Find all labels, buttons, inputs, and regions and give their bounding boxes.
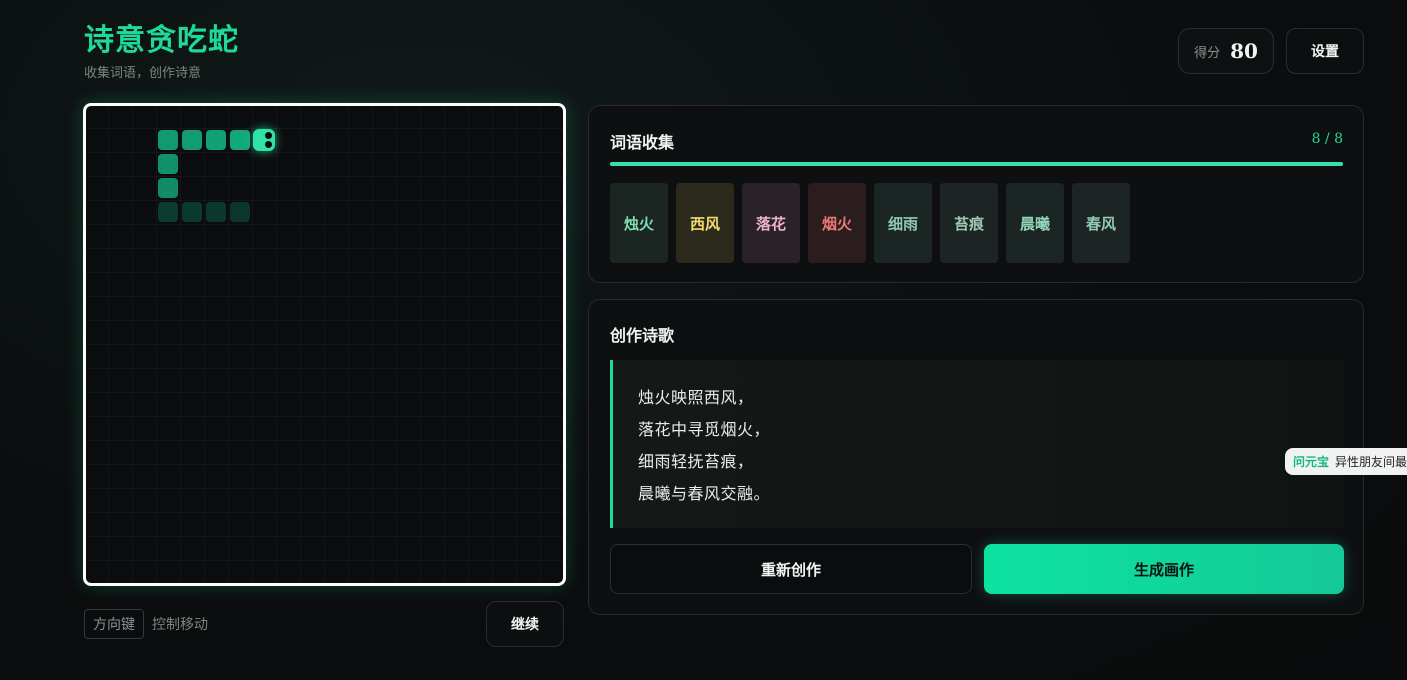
word-chip: 落花: [742, 183, 800, 263]
word-chip: 晨曦: [1006, 183, 1064, 263]
generate-painting-button[interactable]: 生成画作: [984, 544, 1344, 594]
poem-line: 烛火映照西风，: [638, 388, 754, 407]
word-chip-list: 烛火 西风 落花 烟火 细雨 苔痕 晨曦 春风: [610, 183, 1130, 263]
collection-progress-fill: [610, 162, 1343, 166]
word-chip: 苔痕: [940, 183, 998, 263]
collection-progress-bar: [610, 162, 1343, 166]
poem-panel: 创作诗歌 烛火映照西风， 落花中寻觅烟火， 细雨轻抚苔痕， 晨曦与春风交融。 重新创作…: [588, 299, 1364, 615]
poem-line: 晨曦与春风交融。: [638, 484, 771, 503]
word-chip: 春风: [1072, 183, 1130, 263]
score-value: 80: [1230, 39, 1258, 63]
arrow-keys-badge: 方向键: [84, 609, 144, 639]
word-chip: 西风: [676, 183, 734, 263]
poem-panel-title: 创作诗歌: [610, 326, 675, 345]
snake-body-segment: [206, 130, 226, 150]
poem-line: 落花中寻觅烟火，: [638, 420, 771, 439]
word-collection-panel: 词语收集 8 / 8 烛火 西风 落花 烟火 细雨 苔痕 晨曦 春风: [588, 105, 1364, 283]
game-subtitle: 收集词语，创作诗意: [84, 66, 202, 81]
snake-head: [253, 129, 275, 151]
controls-hint: 方向键 控制移动: [84, 609, 208, 639]
snake-body-segment: [182, 202, 202, 222]
score-display: 得分 80: [1178, 28, 1274, 74]
snake-body-segment: [230, 202, 250, 222]
word-collection-title: 词语收集: [610, 133, 675, 152]
snake-eye: [265, 141, 272, 148]
game-board[interactable]: [83, 103, 566, 586]
assistant-suggestion: 异性朋友间最: [1335, 455, 1407, 469]
rewrite-button[interactable]: 重新创作: [610, 544, 972, 594]
snake-body-segment: [158, 130, 178, 150]
game-title: 诗意贪吃蛇: [84, 23, 239, 58]
snake-eye: [265, 132, 272, 139]
controls-hint-text: 控制移动: [152, 617, 208, 633]
word-chip: 细雨: [874, 183, 932, 263]
snake-body-segment: [206, 202, 226, 222]
word-count: 8 / 8: [1311, 131, 1343, 147]
word-chip: 烛火: [610, 183, 668, 263]
assistant-floating-tab[interactable]: 问元宝 异性朋友间最: [1285, 448, 1407, 475]
snake-body-segment: [182, 130, 202, 150]
snake-body-segment: [230, 130, 250, 150]
assistant-brand: 问元宝: [1293, 455, 1330, 469]
continue-button[interactable]: 继续: [486, 601, 564, 647]
word-chip: 烟火: [808, 183, 866, 263]
settings-button[interactable]: 设置: [1286, 28, 1364, 74]
poem-line: 细雨轻抚苔痕，: [638, 452, 754, 471]
header: 诗意贪吃蛇 收集词语，创作诗意: [84, 22, 239, 81]
score-label: 得分: [1194, 45, 1221, 61]
poem-text-block: 烛火映照西风， 落花中寻觅烟火， 细雨轻抚苔痕， 晨曦与春风交融。: [610, 360, 1343, 528]
snake-body-segment: [158, 178, 178, 198]
snake-body-segment: [158, 202, 178, 222]
snake-body-segment: [158, 154, 178, 174]
